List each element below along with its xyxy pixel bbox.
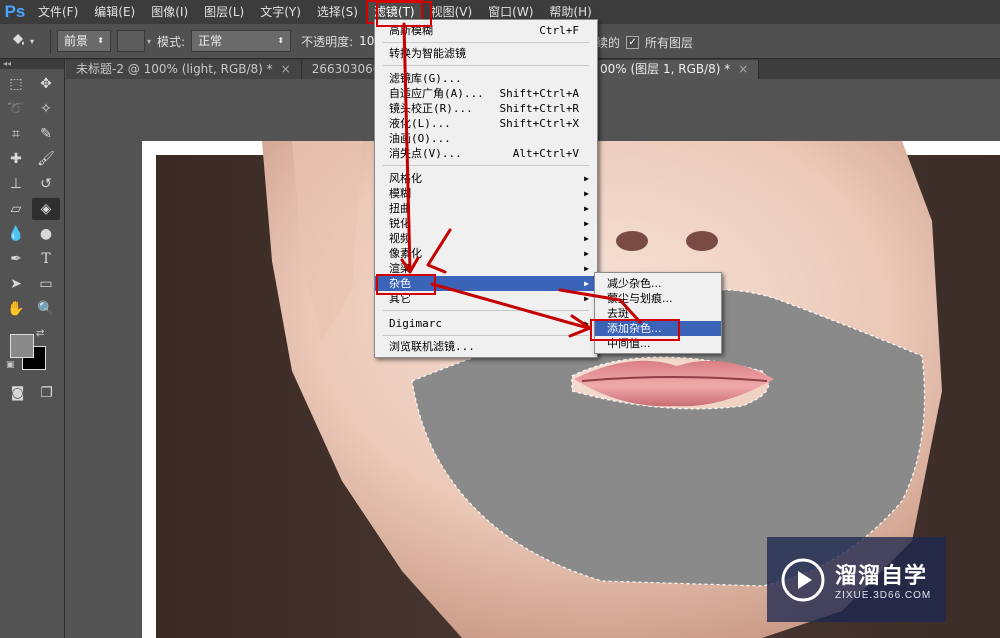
pattern-picker[interactable] bbox=[117, 30, 145, 52]
tool-preset-picker[interactable]: ▾ bbox=[0, 32, 44, 51]
menu-item-filter-gallery[interactable]: 滤镜库(G)... bbox=[375, 71, 597, 86]
pen-tool-icon[interactable]: ✒ bbox=[2, 248, 30, 270]
divider bbox=[50, 29, 51, 53]
watermark-logo-icon bbox=[781, 558, 825, 601]
menu-item-lens-correction[interactable]: 镜头校正(R)... Shift+Ctrl+R bbox=[375, 101, 597, 116]
annotation-box-noise bbox=[376, 274, 436, 295]
watermark: 溜溜自学 ZIXUE.3D66.COM bbox=[767, 537, 946, 622]
divider bbox=[383, 65, 589, 66]
submenu-item-reduce-noise[interactable]: 减少杂色... bbox=[595, 276, 721, 291]
submenu-arrow-icon: ▶ bbox=[584, 204, 589, 213]
submenu-arrow-icon: ▶ bbox=[584, 249, 589, 258]
menu-layer[interactable]: 图层(L) bbox=[196, 0, 252, 24]
tab-title: 未标题-2 @ 100% (light, RGB/8) * bbox=[76, 62, 273, 76]
menu-item-blur[interactable]: 模糊 ▶ bbox=[375, 186, 597, 201]
paint-bucket-icon bbox=[10, 32, 26, 51]
fill-source-select[interactable]: 前景 ⬍ bbox=[57, 30, 111, 52]
submenu-arrow-icon: ▶ bbox=[584, 319, 589, 328]
blend-mode-select[interactable]: 正常 ⬍ bbox=[191, 30, 292, 52]
tab-title: 00% (图层 1, RGB/8) * bbox=[600, 62, 731, 76]
tab-document-1[interactable]: 未标题-2 @ 100% (light, RGB/8) * × bbox=[66, 60, 302, 79]
menu-image[interactable]: 图像(I) bbox=[143, 0, 196, 24]
menu-item-liquify[interactable]: 液化(L)... Shift+Ctrl+X bbox=[375, 116, 597, 131]
quick-mask-icon[interactable]: ◙ bbox=[8, 382, 27, 404]
toolbox: ◂◂ ⬚ ✥ ➰ ✧ ⌗ ✎ ✚ 🖌 ⊥ ↺ ▱ ◈ 💧 ● ✒ T ➤ ▭ ✋… bbox=[0, 59, 65, 638]
menu-item-convert-smart-filter[interactable]: 转换为智能滤镜 bbox=[375, 46, 597, 61]
menu-item-browse-online-filters[interactable]: 浏览联机滤镜... bbox=[375, 339, 597, 354]
hand-tool-icon[interactable]: ✋ bbox=[2, 298, 30, 320]
close-icon[interactable]: × bbox=[281, 60, 291, 79]
foreground-color[interactable] bbox=[10, 334, 34, 358]
default-colors-icon[interactable]: ▣ bbox=[6, 360, 15, 370]
watermark-title: 溜溜自学 bbox=[835, 564, 928, 589]
tab-document-active[interactable]: 00% (图层 1, RGB/8) * × bbox=[590, 60, 760, 79]
menu-type[interactable]: 文字(Y) bbox=[252, 0, 309, 24]
menu-select[interactable]: 选择(S) bbox=[309, 0, 366, 24]
eraser-tool-icon[interactable]: ▱ bbox=[2, 198, 30, 220]
divider bbox=[383, 42, 589, 43]
eyedropper-tool-icon[interactable]: ✎ bbox=[32, 123, 60, 145]
path-selection-tool-icon[interactable]: ➤ bbox=[2, 273, 30, 295]
all-layers-checkbox[interactable]: ✓ bbox=[626, 36, 640, 49]
swap-colors-icon[interactable]: ⇄ bbox=[36, 328, 44, 339]
chevron-down-icon: ▾ bbox=[29, 36, 34, 46]
submenu-item-dust-and-scratches[interactable]: 蒙尘与划痕... bbox=[595, 291, 721, 306]
healing-brush-tool-icon[interactable]: ✚ bbox=[2, 148, 30, 170]
menu-item-pixelate[interactable]: 像素化 ▶ bbox=[375, 246, 597, 261]
mode-label: 模式: bbox=[157, 34, 186, 49]
rectangle-tool-icon[interactable]: ▭ bbox=[32, 273, 60, 295]
submenu-arrow-icon: ▶ bbox=[584, 234, 589, 243]
menu-item-adaptive-wide-angle[interactable]: 自适应广角(A)... Shift+Ctrl+A bbox=[375, 86, 597, 101]
zoom-tool-icon[interactable]: 🔍 bbox=[32, 298, 60, 320]
blend-mode-value: 正常 bbox=[198, 34, 223, 48]
type-tool-icon[interactable]: T bbox=[32, 248, 60, 270]
magic-wand-tool-icon[interactable]: ✧ bbox=[32, 98, 60, 120]
menu-item-video[interactable]: 视频 ▶ bbox=[375, 231, 597, 246]
paint-bucket-tool-icon[interactable]: ◈ bbox=[32, 198, 60, 220]
marquee-tool-icon[interactable]: ⬚ bbox=[2, 73, 30, 95]
submenu-arrow-icon: ▶ bbox=[584, 279, 589, 288]
clone-stamp-tool-icon[interactable]: ⊥ bbox=[2, 173, 30, 195]
crop-tool-icon[interactable]: ⌗ bbox=[2, 123, 30, 145]
lasso-tool-icon[interactable]: ➰ bbox=[2, 98, 30, 120]
divider bbox=[383, 310, 589, 311]
menu-file[interactable]: 文件(F) bbox=[30, 0, 86, 24]
fill-source-value: 前景 bbox=[64, 34, 89, 48]
menu-item-oil-paint[interactable]: 油画(O)... bbox=[375, 131, 597, 146]
opacity-label: 不透明度: bbox=[301, 34, 354, 49]
divider bbox=[383, 335, 589, 336]
menu-item-stylize[interactable]: 风格化 ▶ bbox=[375, 171, 597, 186]
annotation-box-filter-menu bbox=[376, 1, 432, 27]
contiguous-label: 续的 bbox=[596, 36, 621, 50]
dodge-tool-icon[interactable]: ● bbox=[32, 223, 60, 245]
annotation-box-add-noise bbox=[590, 319, 680, 341]
history-brush-tool-icon[interactable]: ↺ bbox=[32, 173, 60, 195]
toolbox-collapse[interactable]: ◂◂ bbox=[0, 59, 64, 69]
menu-item-vanishing-point[interactable]: 消失点(V)... Alt+Ctrl+V bbox=[375, 146, 597, 161]
noise-submenu: 减少杂色... 蒙尘与划痕... 去斑 添加杂色... 中间值... bbox=[594, 272, 722, 354]
submenu-arrow-icon: ▶ bbox=[584, 174, 589, 183]
updown-icon: ⬍ bbox=[97, 36, 104, 45]
menu-item-distort[interactable]: 扭曲 ▶ bbox=[375, 201, 597, 216]
submenu-arrow-icon: ▶ bbox=[584, 189, 589, 198]
submenu-arrow-icon: ▶ bbox=[584, 294, 589, 303]
all-layers-label: 所有图层 bbox=[645, 36, 694, 50]
menu-item-sharpen[interactable]: 锐化 ▶ bbox=[375, 216, 597, 231]
filter-menu-dropdown: 高斯模糊 Ctrl+F 转换为智能滤镜 滤镜库(G)... 自适应广角(A)..… bbox=[374, 19, 598, 358]
chevron-down-icon: ▾ bbox=[147, 36, 152, 46]
submenu-arrow-icon: ▶ bbox=[584, 264, 589, 273]
divider bbox=[383, 165, 589, 166]
screen-mode-icon[interactable]: ❐ bbox=[37, 382, 56, 404]
watermark-subtitle: ZIXUE.3D66.COM bbox=[835, 590, 932, 601]
close-icon[interactable]: × bbox=[738, 60, 748, 79]
menu-edit[interactable]: 编辑(E) bbox=[86, 0, 143, 24]
move-tool-icon[interactable]: ✥ bbox=[32, 73, 60, 95]
submenu-arrow-icon: ▶ bbox=[584, 219, 589, 228]
updown-icon: ⬍ bbox=[277, 36, 285, 45]
photoshop-logo: Ps bbox=[4, 2, 26, 21]
color-swatches: ⇄ ▣ bbox=[6, 328, 64, 376]
brush-tool-icon[interactable]: 🖌 bbox=[32, 148, 60, 170]
menu-item-digimarc[interactable]: Digimarc ▶ bbox=[375, 316, 597, 331]
blur-tool-icon[interactable]: 💧 bbox=[2, 223, 30, 245]
